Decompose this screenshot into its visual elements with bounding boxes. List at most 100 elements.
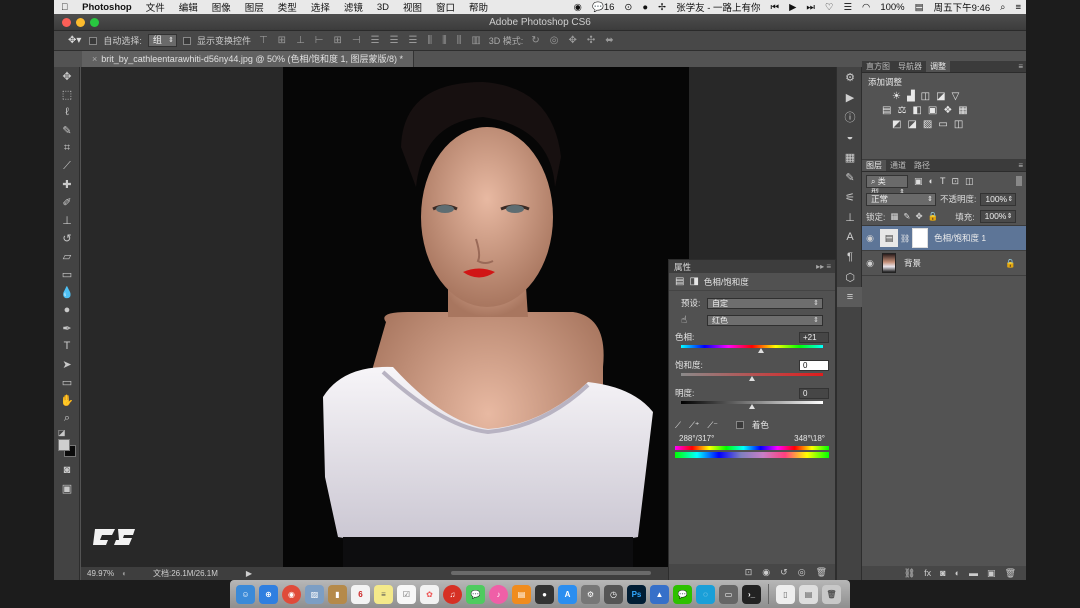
migration-icon[interactable]: ▲ xyxy=(650,584,669,604)
rectangle-tool-icon[interactable]: ▭ xyxy=(54,373,80,391)
move-tool-icon[interactable]: ✥ xyxy=(54,67,80,85)
tab-paths[interactable]: 路径 xyxy=(910,160,934,171)
3d-scale-icon[interactable]: ⬌ xyxy=(603,35,615,46)
layer-background[interactable]: ◉ 背景 🔒 xyxy=(862,251,1026,276)
dodge-tool-icon[interactable]: ● xyxy=(54,301,80,319)
menu-type[interactable]: 类型 xyxy=(271,0,304,14)
heart-icon[interactable]: ♡ xyxy=(820,2,839,13)
layer-mask-thumb[interactable] xyxy=(912,228,929,248)
distribute-hcenter-icon[interactable]: ⫼ xyxy=(440,35,449,46)
zoom-icon[interactable] xyxy=(90,17,99,27)
swatches-icon[interactable]: ▦ xyxy=(837,147,863,167)
clip-to-layer-icon[interactable]: ⊡ xyxy=(745,567,753,578)
show-transform-checkbox[interactable] xyxy=(182,36,191,45)
preview-icon[interactable]: ▨ xyxy=(305,584,324,604)
finder-icon[interactable]: ☺ xyxy=(236,584,255,604)
lock-transparent-icon[interactable]: ▦ xyxy=(890,211,898,222)
history-brush-tool-icon[interactable]: ↺ xyxy=(54,229,80,247)
layer-filter-dropdown[interactable]: ⌕ 类型 xyxy=(866,174,908,198)
eraser-tool-icon[interactable]: ▱ xyxy=(54,247,80,265)
tab-layers[interactable]: 图层 xyxy=(862,160,886,171)
properties-icon[interactable]: ≡ xyxy=(837,287,863,307)
align-bottom-icon[interactable]: ⊥ xyxy=(294,35,307,46)
layers-menu-icon[interactable]: ≡ xyxy=(1014,160,1026,171)
fx-icon[interactable]: fx xyxy=(924,568,931,578)
menu-layer[interactable]: 图层 xyxy=(238,0,271,14)
doc-size[interactable]: 文档:26.1M/26.1M xyxy=(153,568,218,579)
clone-stamp-tool-icon[interactable]: ⊥ xyxy=(54,211,80,229)
document-stack-icon[interactable]: ▯ xyxy=(776,584,795,604)
distribute-right-icon[interactable]: ⫼ xyxy=(455,35,464,46)
pen-tool-icon[interactable]: ✒ xyxy=(54,319,80,337)
wechat-icon[interactable]: 💬16 xyxy=(587,2,619,13)
marquee-tool-icon[interactable]: ⬚ xyxy=(54,85,80,103)
brightness-contrast-icon[interactable]: ☀ xyxy=(892,91,901,102)
distribute-left-icon[interactable]: ⫼ xyxy=(426,35,435,46)
3d-slide-icon[interactable]: ✣ xyxy=(585,35,597,46)
spotlight-icon[interactable]: ⌕ xyxy=(995,2,1010,13)
path-select-tool-icon[interactable]: ➤ xyxy=(54,355,80,373)
terminal-icon[interactable]: ›_ xyxy=(742,584,761,604)
clock[interactable]: 周五下午9:46 xyxy=(929,0,996,14)
exposure-icon[interactable]: ◪ xyxy=(936,91,945,102)
saturation-slider[interactable] xyxy=(677,371,827,381)
auto-select-dropdown[interactable]: 组 xyxy=(147,34,177,47)
visibility-icon[interactable]: ◎ xyxy=(798,567,806,578)
filter-adjust-icon[interactable]: ◐ xyxy=(929,176,934,186)
align-hcenter-icon[interactable]: ⊞ xyxy=(332,35,344,46)
invert-icon[interactable]: ◩ xyxy=(892,119,901,130)
auto-align-icon[interactable]: ▥ xyxy=(469,35,482,46)
next-track-icon[interactable]: ⏭ xyxy=(801,2,820,13)
lightness-slider[interactable] xyxy=(677,399,827,409)
calendar-icon[interactable]: 6 xyxy=(351,584,370,604)
crop-tool-icon[interactable]: ⌗ xyxy=(54,139,80,157)
color-swatches[interactable] xyxy=(54,437,79,461)
add-mask-icon[interactable]: ◙ xyxy=(940,568,945,578)
quick-select-tool-icon[interactable]: ✎ xyxy=(54,121,80,139)
distribute-bottom-icon[interactable]: ☰ xyxy=(407,35,420,46)
dropbox-icon[interactable]: ◉ xyxy=(569,2,587,13)
color-range-bar-bottom[interactable] xyxy=(675,452,829,458)
menu-photoshop[interactable]: Photoshop xyxy=(75,2,139,13)
tab-adjustments[interactable]: 调整 xyxy=(926,61,950,72)
notification-icon[interactable]: ≡ xyxy=(1010,2,1026,13)
play-icon[interactable]: ▶ xyxy=(784,2,801,13)
zoom-level[interactable]: 49.97% xyxy=(87,569,114,578)
menu-filter[interactable]: 滤镜 xyxy=(337,0,370,14)
type-tool-icon[interactable]: T xyxy=(54,337,80,355)
preset-dropdown[interactable]: 自定 xyxy=(707,297,823,309)
properties-tab[interactable]: 属性 xyxy=(674,261,691,273)
saturation-value[interactable]: 0 xyxy=(799,359,829,371)
pin-icon[interactable]: ✢ xyxy=(653,2,671,13)
hue-saturation-icon[interactable]: ▤ xyxy=(882,105,891,116)
menu-help[interactable]: 帮助 xyxy=(462,0,495,14)
photos-icon[interactable]: ✿ xyxy=(420,584,439,604)
eyedropper-icon[interactable]: ⟋ xyxy=(675,420,681,431)
lightness-thumb[interactable] xyxy=(749,404,755,409)
document-close-icon[interactable]: × xyxy=(92,54,97,64)
auto-select-checkbox[interactable] xyxy=(89,36,98,45)
3d-roll-icon[interactable]: ◎ xyxy=(548,35,561,46)
visibility-eye-icon[interactable]: ◉ xyxy=(862,258,878,269)
filter-shape-icon[interactable]: ⊡ xyxy=(951,176,959,187)
color-icon[interactable]: ◒ xyxy=(837,127,863,147)
filter-toggle[interactable] xyxy=(1016,176,1022,186)
move-tool-preset-icon[interactable]: ✥▾ xyxy=(66,35,83,46)
notes-icon[interactable]: ≡ xyxy=(374,584,393,604)
minimize-icon[interactable] xyxy=(76,17,85,27)
eyedropper-plus-icon[interactable]: ⟋⁺ xyxy=(689,420,699,431)
filter-type-icon[interactable]: T xyxy=(940,176,946,186)
wifi-icon[interactable]: ◠ xyxy=(857,2,875,13)
align-right-icon[interactable]: ⊣ xyxy=(350,35,363,46)
brush-presets-icon[interactable]: ✎ xyxy=(837,167,863,187)
healing-brush-tool-icon[interactable]: ✚ xyxy=(54,175,80,193)
flag-icon[interactable]: ▤ xyxy=(910,2,929,13)
hue-value[interactable]: +21 xyxy=(799,331,829,343)
close-icon[interactable] xyxy=(62,17,71,27)
gradient-tool-icon[interactable]: ▭ xyxy=(54,265,80,283)
targeted-adjust-icon[interactable]: ☝ xyxy=(675,315,707,326)
distribute-top-icon[interactable]: ☰ xyxy=(369,35,382,46)
menu-select[interactable]: 选择 xyxy=(304,0,337,14)
new-layer-icon[interactable]: ▣ xyxy=(987,568,996,579)
gradient-map-icon[interactable]: ▭ xyxy=(938,119,947,130)
